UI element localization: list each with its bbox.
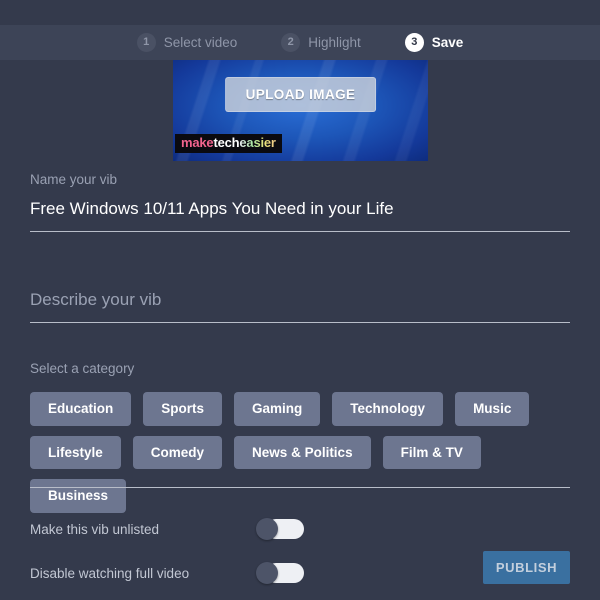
unlisted-toggle-label: Make this vib unlisted [30,521,160,537]
disable-full-video-toggle-label: Disable watching full video [30,565,190,581]
unlisted-toggle-row: Make this vib unlisted [30,516,570,542]
name-input[interactable]: Free Windows 10/11 Apps You Need in your… [30,199,570,231]
step-number-badge: 2 [281,33,301,52]
description-input-underline [30,322,570,323]
name-field-group: Name your vib Free Windows 10/11 Apps Yo… [30,172,570,232]
disable-full-video-toggle[interactable] [256,562,304,584]
toggle-knob [256,562,278,584]
description-input[interactable]: Describe your vib [30,290,570,322]
step-save[interactable]: 3 Save [383,33,486,52]
step-number-badge: 3 [404,33,424,52]
step-number-badge: 1 [136,33,156,52]
category-chip-lifestyle[interactable]: Lifestyle [30,435,121,469]
step-label: Highlight [308,35,361,50]
category-chip-technology[interactable]: Technology [332,392,444,426]
category-chip-comedy[interactable]: Comedy [132,435,223,469]
section-divider [30,487,570,488]
name-field-label: Name your vib [30,172,118,187]
category-chip-news-politics[interactable]: News & Politics [234,435,371,469]
watermark-logo: maketecheasier [175,133,282,153]
toggle-knob [256,518,278,540]
category-section: Select a category Education Sports Gamin… [30,361,570,513]
step-select-video[interactable]: 1 Select video [115,33,260,52]
step-highlight[interactable]: 2 Highlight [259,33,383,52]
video-thumbnail-preview[interactable]: UPLOAD IMAGE maketecheasier [173,60,428,161]
category-chip-gaming[interactable]: Gaming [234,392,321,426]
step-label: Save [431,35,464,50]
upload-image-button[interactable]: UPLOAD IMAGE [224,77,377,112]
watermark-part-tech: tech [213,134,240,150]
publish-button[interactable]: PUBLISH [483,551,570,584]
step-label: Select video [163,35,238,50]
category-chip-sports[interactable]: Sports [143,392,223,426]
watermark-part-easier: easier [239,134,276,150]
category-chip-list: Education Sports Gaming Technology Music… [30,392,570,513]
category-chip-music[interactable]: Music [455,392,530,426]
category-chip-film-tv[interactable]: Film & TV [382,435,481,469]
unlisted-toggle[interactable] [256,518,304,540]
name-input-underline [30,231,570,232]
step-progress-bar: 1 Select video 2 Highlight 3 Save [0,25,600,60]
category-chip-education[interactable]: Education [30,392,132,426]
save-vib-page: 1 Select video 2 Highlight 3 Save UPLOAD… [0,0,600,600]
category-label: Select a category [30,361,135,376]
category-chip-business[interactable]: Business [30,479,127,513]
description-field-group: Describe your vib [30,290,570,323]
watermark-part-make: make [181,134,214,150]
